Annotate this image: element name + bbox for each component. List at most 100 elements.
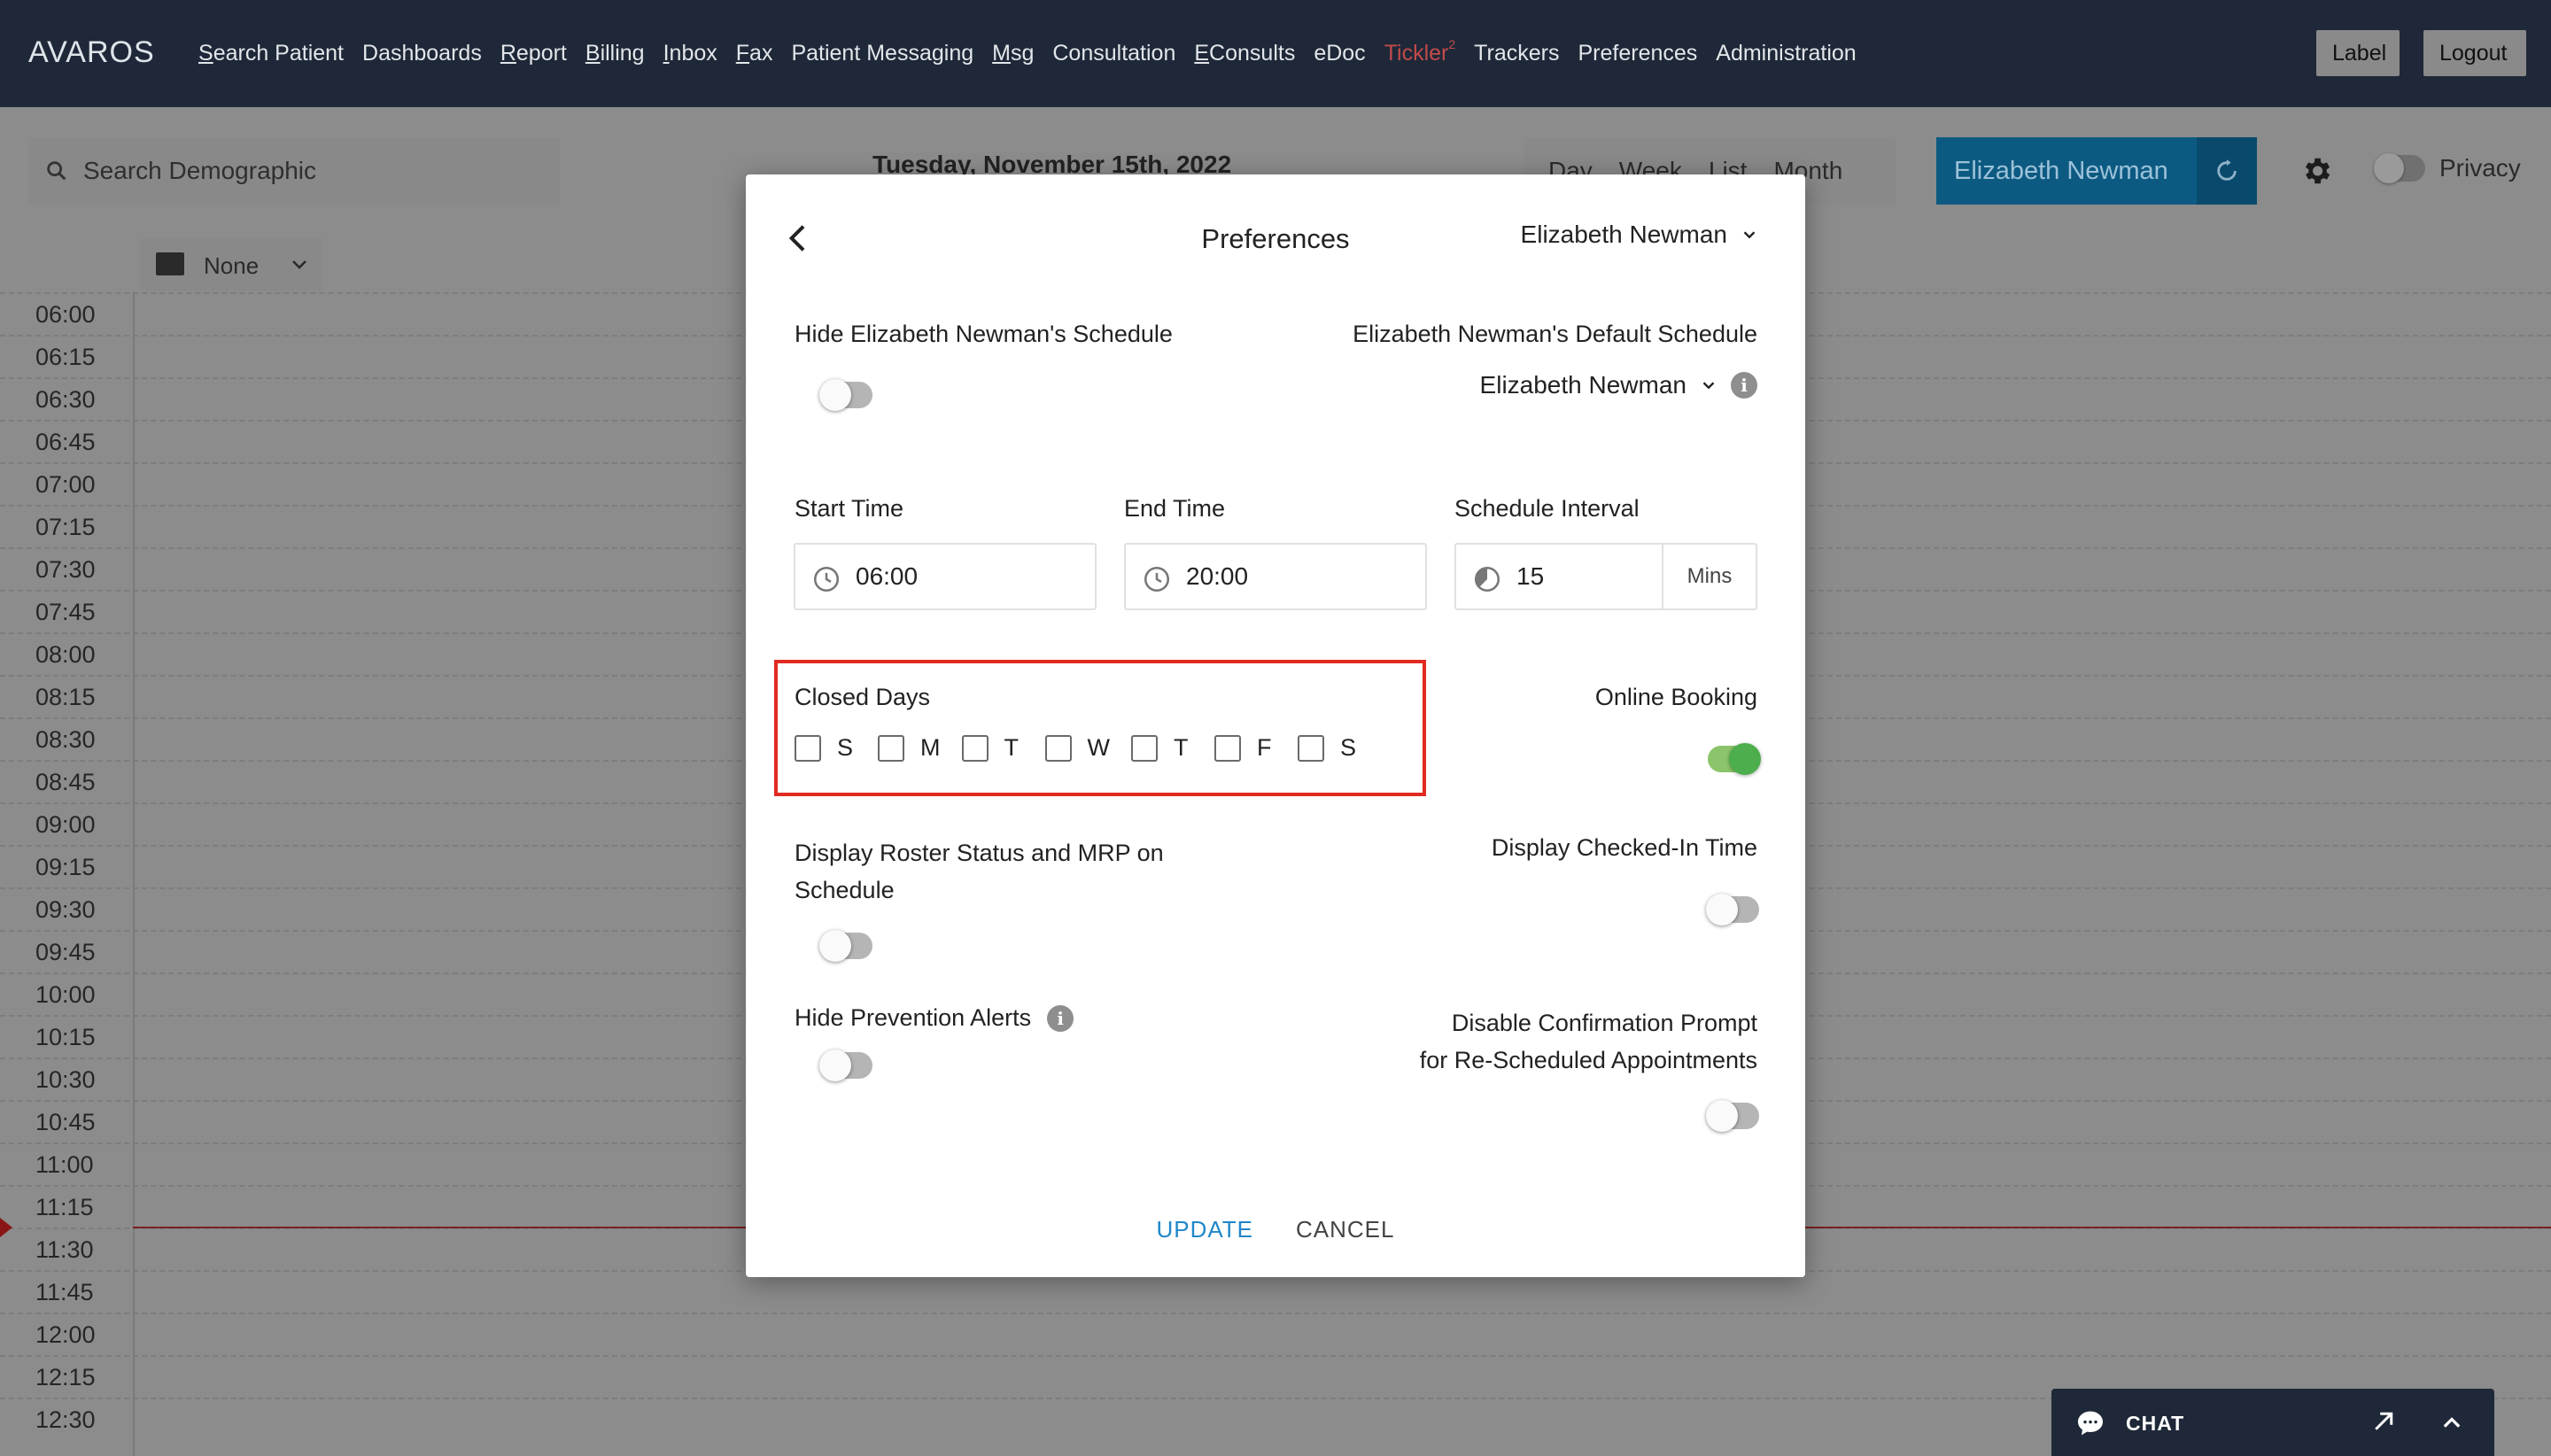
schedule-interval-value: 15 [1516, 562, 1545, 590]
hide-schedule-toggle[interactable] [819, 379, 872, 411]
nav-item-tickler[interactable]: Tickler2 [1384, 37, 1455, 66]
app-logo[interactable]: AVAROS [28, 35, 155, 70]
time-slot-label: 12:30 [35, 1406, 96, 1433]
closed-day-label: S [837, 734, 854, 761]
star-folder-icon [156, 252, 184, 275]
provider-selector-button[interactable]: Elizabeth Newman [1936, 137, 2197, 205]
settings-gear-icon[interactable] [2299, 154, 2333, 188]
tickler-count-badge: 2 [1448, 37, 1456, 51]
refresh-button[interactable] [2197, 137, 2257, 205]
roster-status-label-line1: Display Roster Status and MRP on [795, 840, 1164, 866]
appointment-filter-dropdown[interactable]: None [140, 238, 322, 291]
checked-in-time-toggle[interactable] [1706, 894, 1759, 925]
nav-item-trackers[interactable]: Trackers [1474, 41, 1559, 66]
time-slot-label: 09:30 [35, 896, 96, 923]
nav-item-consultation[interactable]: Consultation [1052, 41, 1175, 66]
nav-item-label: eport [516, 41, 567, 66]
update-button[interactable]: UPDATE [1156, 1216, 1253, 1243]
nav-item-label: nbox [669, 41, 717, 66]
checked-in-time-label: Display Checked-In Time [1491, 834, 1757, 861]
schedule-interval-label: Schedule Interval [1454, 495, 1640, 522]
default-schedule-dropdown[interactable]: Elizabeth Newman i [1480, 371, 1757, 399]
roster-status-toggle[interactable] [819, 930, 872, 962]
nav-item-preferences[interactable]: Preferences [1578, 41, 1697, 66]
search-demographic-input[interactable]: Search Demographic [28, 137, 560, 205]
closed-day-option[interactable]: M [878, 734, 941, 762]
refresh-icon [2217, 159, 2237, 181]
nav-item-label: illing [600, 41, 645, 66]
start-time-field[interactable]: 06:00 [794, 543, 1097, 610]
chat-label: CHAT [2126, 1412, 2185, 1435]
end-time-value: 20:00 [1186, 562, 1249, 590]
time-slot-label: 06:30 [35, 386, 96, 413]
time-slot-label: 12:00 [35, 1321, 96, 1348]
confirmation-prompt-label-line1: Disable Confirmation Prompt [1451, 1010, 1757, 1036]
closed-day-label: F [1256, 734, 1272, 761]
logout-button[interactable]: Logout [2423, 30, 2526, 76]
closed-day-checkbox[interactable] [1130, 734, 1158, 762]
privacy-switch[interactable] [2374, 153, 2425, 183]
prevention-alerts-row: Hide Prevention Alerts i [795, 1004, 1074, 1032]
closed-day-checkbox[interactable] [795, 734, 821, 762]
chevron-up-icon[interactable] [2439, 1410, 2464, 1435]
time-slot-label: 06:00 [35, 301, 96, 328]
closed-day-option[interactable]: W [1044, 734, 1110, 762]
nav-item-accesskey: B [585, 41, 601, 66]
confirmation-prompt-label: Disable Confirmation Prompt for Re-Sched… [1420, 1004, 1757, 1079]
nav-item-administration[interactable]: Administration [1716, 41, 1856, 66]
chat-widget[interactable]: CHAT [2051, 1389, 2494, 1456]
prevention-alerts-toggle[interactable] [819, 1049, 872, 1081]
pop-out-arrow-icon[interactable] [2370, 1408, 2397, 1435]
nav-item-report[interactable]: Report [500, 41, 567, 66]
nav-item-search-patient[interactable]: Search Patient [198, 41, 344, 66]
nav-item-econsults[interactable]: EConsults [1194, 41, 1295, 66]
time-slot-label: 12:15 [35, 1364, 96, 1390]
clock-icon [813, 566, 840, 592]
roster-status-label: Display Roster Status and MRP on Schedul… [795, 834, 1164, 909]
closed-day-label: S [1339, 734, 1356, 761]
label-button[interactable]: Label [2316, 30, 2400, 76]
confirmation-prompt-label-line2: for Re-Scheduled Appointments [1419, 1047, 1757, 1073]
nav-item-inbox[interactable]: Inbox [663, 41, 717, 66]
nav-item-fax[interactable]: Fax [736, 41, 773, 66]
schedule-interval-field[interactable]: 15 Mins [1454, 543, 1757, 610]
filter-label: None [204, 252, 260, 279]
closed-day-option[interactable]: S [1297, 734, 1360, 762]
closed-day-checkbox[interactable] [1297, 734, 1324, 762]
closed-day-checkbox[interactable] [961, 734, 989, 762]
closed-day-checkbox[interactable] [1044, 734, 1072, 762]
nav-item-accesskey: R [500, 41, 516, 66]
nav-item-patient-messaging[interactable]: Patient Messaging [791, 41, 973, 66]
info-icon[interactable]: i [1047, 1004, 1074, 1032]
time-slot-label: 06:45 [35, 429, 96, 455]
nav-item-billing[interactable]: Billing [585, 41, 645, 66]
roster-status-label-line2: Schedule [795, 877, 895, 903]
time-slot-label: 10:15 [35, 1024, 96, 1050]
closed-day-option[interactable]: T [961, 734, 1024, 762]
time-slot-label: 08:15 [35, 684, 96, 710]
cancel-button[interactable]: CANCEL [1296, 1216, 1394, 1243]
time-slot-row[interactable]: 12:00 [0, 1313, 2551, 1355]
closed-day-option[interactable]: F [1213, 734, 1276, 762]
nav-item-accesskey: I [663, 41, 670, 66]
end-time-field[interactable]: 20:00 [1124, 543, 1427, 610]
closed-day-option[interactable]: T [1130, 734, 1193, 762]
time-slot-label: 07:15 [35, 514, 96, 540]
closed-day-option[interactable]: S [795, 734, 857, 762]
nav-item-dashboards[interactable]: Dashboards [362, 41, 482, 66]
provider-dropdown[interactable]: Elizabeth Newman [1521, 221, 1759, 249]
info-icon[interactable]: i [1731, 372, 1757, 399]
closed-day-checkbox[interactable] [878, 734, 904, 762]
prevention-alerts-label: Hide Prevention Alerts [795, 1004, 1032, 1031]
time-slot-label: 11:45 [35, 1279, 94, 1305]
time-slot-label: 09:45 [35, 939, 96, 965]
timer-icon [1474, 566, 1500, 592]
nav-item-edoc[interactable]: eDoc [1314, 41, 1365, 66]
nav-item-label: ax [749, 41, 773, 66]
closed-days-label: Closed Days [795, 684, 931, 710]
closed-day-checkbox[interactable] [1213, 734, 1241, 762]
confirmation-prompt-toggle[interactable] [1706, 1100, 1759, 1132]
nav-item-msg[interactable]: Msg [992, 41, 1034, 66]
privacy-toggle[interactable]: Privacy [2374, 153, 2521, 183]
online-booking-toggle[interactable] [1708, 743, 1761, 775]
